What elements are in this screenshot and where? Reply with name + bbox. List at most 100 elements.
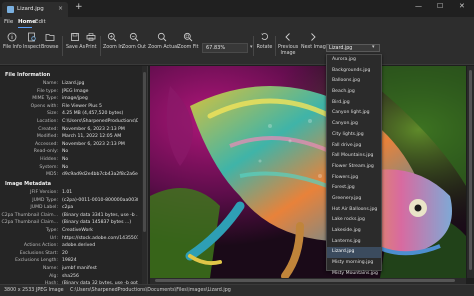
- tab-title: Lizard.jpg: [17, 6, 44, 12]
- menu-edit[interactable]: Edit: [35, 19, 46, 25]
- metadata-value: No: [62, 149, 69, 155]
- chevron-down-icon[interactable]: ▾: [372, 44, 375, 50]
- file-list-item[interactable]: Balloons.jpg: [327, 76, 381, 87]
- file-dropdown-list: Aurora.jpg Backgrounds.jpg Balloons.jpg Bea…: [326, 54, 382, 276]
- inspect-button[interactable]: Inspect: [23, 32, 40, 60]
- metadata-value: CreativeWork: [62, 228, 93, 233]
- metadata-row: C2pa Thumbnail Claim... (Binary data 1458…: [0, 219, 140, 226]
- zoom-out-button[interactable]: Zoom Out: [122, 32, 146, 60]
- metadata-row: Hidden: No: [0, 156, 140, 163]
- chevron-right-icon: [311, 33, 316, 41]
- metadata-key: Actions Action:: [23, 243, 58, 249]
- new-tab-button[interactable]: +: [75, 2, 83, 12]
- metadata-row: Exclusions Length: 19824: [0, 257, 140, 264]
- file-list-item[interactable]: Misty morning.jpg: [327, 258, 381, 269]
- metadata-key: Read-only:: [33, 149, 58, 155]
- metadata-value: image/jpeg: [62, 96, 88, 102]
- zoom-in-button[interactable]: Zoom In: [103, 32, 123, 60]
- tab-close-icon[interactable]: ×: [58, 5, 63, 12]
- metadata-row: Alg: sha256: [0, 273, 140, 280]
- metadata-key: C2pa Thumbnail Claim...: [1, 212, 58, 218]
- menu-home[interactable]: Home: [18, 19, 36, 25]
- info-panel: File Information Image Metadata Name: Liz…: [0, 66, 148, 284]
- file-list-item[interactable]: Canyon.jpg: [327, 119, 381, 130]
- metadata-row: Size: 4.25 MB (4,457,520 bytes): [0, 110, 140, 117]
- metadata-value: March 11, 2022 12:05 AM: [62, 134, 122, 140]
- close-window-button[interactable]: ✕: [459, 2, 465, 10]
- separator: [100, 36, 101, 56]
- file-list-item[interactable]: City lights.jpg: [327, 130, 381, 141]
- metadata-value: (c2pa)-0011-0010-800000aa00389b71: [62, 197, 138, 203]
- metadata-row: File type: JPEG Image: [0, 88, 140, 95]
- file-list-item[interactable]: Canyon light.jpg: [327, 108, 381, 119]
- metadata-value: No: [62, 164, 69, 170]
- file-list-item[interactable]: Lizard.jpg: [327, 247, 381, 259]
- file-list-item[interactable]: Hot Air Balloons.jpg: [327, 205, 381, 216]
- zoom-actual-button[interactable]: Zoom Actual: [148, 32, 178, 60]
- metadata-row: JUMD Type: (c2pa)-0011-0010-800000aa00389…: [0, 197, 140, 204]
- file-list-item[interactable]: Greenery.jpg: [327, 194, 381, 205]
- previous-image-button[interactable]: Previous Image: [278, 32, 298, 60]
- metadata-value: 19824: [62, 258, 77, 264]
- file-info-button[interactable]: File Info: [3, 32, 22, 60]
- rotate-icon: [261, 33, 268, 40]
- file-list-item[interactable]: Fall drive.jpg: [327, 141, 381, 152]
- metadata-row: Read-only: No: [0, 148, 140, 155]
- metadata-value: Lizard.jpg: [62, 81, 85, 86]
- file-list-item[interactable]: Flower Stream.jpg: [327, 162, 381, 173]
- file-list-item[interactable]: Misty Mountains.jpg: [327, 269, 381, 280]
- file-list-item[interactable]: Bird.jpg: [327, 98, 381, 109]
- file-list-item[interactable]: Forest.jpg: [327, 183, 381, 194]
- metadata-row: C2pa Thumbnail Claim... (Binary data 3341…: [0, 212, 140, 219]
- file-list-item[interactable]: Backgrounds.jpg: [327, 66, 381, 77]
- next-image-button[interactable]: Next Image: [301, 32, 329, 60]
- rotate-button[interactable]: Rotate: [256, 32, 273, 60]
- print-button[interactable]: Print: [84, 32, 98, 60]
- metadata-key: Name:: [42, 266, 58, 271]
- metadata-key: File type:: [37, 88, 58, 94]
- metadata-key: JUMD Label:: [30, 205, 58, 211]
- minimize-button[interactable]: —: [415, 2, 422, 10]
- metadata-value: d9c9ad9d2e4bb7cb43a2f8c2a6e1b5f0: [62, 172, 138, 178]
- save-icon: [70, 33, 79, 41]
- metadata-key: Hidden:: [40, 157, 58, 162]
- file-list-item[interactable]: Flowers.jpg: [327, 173, 381, 184]
- menu-file[interactable]: File: [4, 19, 13, 25]
- metadata-row: Exclusions Start: 20: [0, 250, 140, 257]
- metadata-value: C:\Users\SharpenedProductions\Documents\…: [62, 119, 138, 124]
- image-horizontal-scrollbar-thumb[interactable]: [155, 279, 455, 282]
- metadata-value: 4.25 MB (4,457,520 bytes): [62, 111, 124, 117]
- status-path: C:\Users\SharpenedProductions\Documents\…: [70, 288, 231, 293]
- file-information-title: File Information: [5, 72, 51, 78]
- panel-scrollbar-thumb[interactable]: [143, 72, 146, 232]
- metadata-key: C2pa Thumbnail Claim...: [1, 220, 58, 226]
- tab-lizard[interactable]: Lizard.jpg ×: [2, 2, 68, 17]
- zoom-level-field[interactable]: 67.83%: [202, 43, 248, 53]
- metadata-key: MD5:: [46, 172, 58, 178]
- metadata-value: adobe.derived: [62, 243, 96, 249]
- separator: [275, 36, 276, 56]
- maximize-button[interactable]: ☐: [437, 2, 443, 10]
- zoom-fit-button[interactable]: Zoom Fit: [177, 32, 199, 60]
- folder-icon: [45, 34, 54, 41]
- metadata-value: 20: [62, 250, 68, 256]
- status-file-type: JPEG Image: [36, 288, 64, 293]
- file-list-item[interactable]: Lakeside.jpg: [327, 226, 381, 237]
- image-viewer[interactable]: [150, 66, 466, 278]
- metadata-key: Type:: [45, 228, 58, 233]
- metadata-row: MD5: d9c9ad9d2e4bb7cb43a2f8c2a6e1b5f0: [0, 171, 140, 178]
- metadata-key: Exclusions Start:: [19, 250, 58, 256]
- browse-button[interactable]: Browse: [41, 32, 58, 60]
- image-vertical-scrollbar-thumb[interactable]: [469, 70, 472, 270]
- info-icon: [7, 32, 17, 42]
- metadata-row: Type: CreativeWork: [0, 227, 140, 234]
- file-list-item[interactable]: Beach.jpg: [327, 87, 381, 98]
- chevron-down-icon[interactable]: ▾: [250, 44, 253, 50]
- file-list-item[interactable]: Lake rocks.jpg: [327, 215, 381, 226]
- file-list-item[interactable]: Aurora.jpg: [327, 55, 381, 66]
- file-list-item[interactable]: Fall Mountains.jpg: [327, 151, 381, 162]
- save-as-button[interactable]: Save As: [66, 32, 85, 60]
- file-list-item[interactable]: Lanterns.jpg: [327, 237, 381, 248]
- metadata-key: Name:: [42, 81, 58, 86]
- metadata-row: Opens with: File Viewer Plus 5: [0, 103, 140, 110]
